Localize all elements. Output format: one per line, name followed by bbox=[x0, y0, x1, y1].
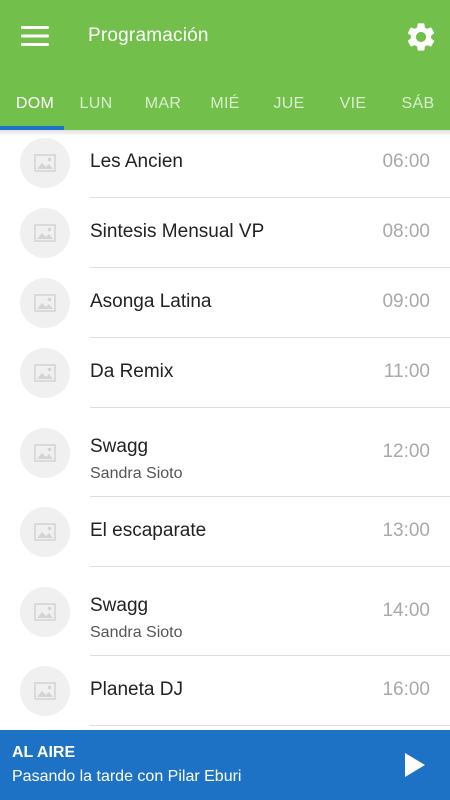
tab-lun[interactable]: LUN bbox=[64, 78, 128, 130]
image-placeholder-icon bbox=[34, 154, 56, 172]
list-item[interactable]: El escaparate 13:00 bbox=[0, 497, 450, 567]
menu-button[interactable] bbox=[14, 17, 56, 55]
page-title: Programación bbox=[88, 25, 209, 46]
program-time: 12:00 bbox=[382, 441, 430, 462]
program-thumbnail bbox=[20, 507, 70, 557]
program-thumbnail bbox=[20, 138, 70, 188]
program-title: Sintesis Mensual VP bbox=[90, 221, 265, 242]
image-placeholder-icon bbox=[34, 224, 56, 242]
program-thumbnail bbox=[20, 348, 70, 398]
program-thumbnail bbox=[20, 587, 70, 637]
divider bbox=[90, 725, 450, 726]
program-time: 11:00 bbox=[383, 361, 430, 382]
now-playing-show: Pasando la tarde con Pilar Eburi bbox=[12, 768, 242, 785]
tab-jue[interactable]: JUE bbox=[257, 78, 321, 130]
list-item[interactable]: Planeta DJ 16:00 bbox=[0, 656, 450, 726]
on-air-label: AL AIRE bbox=[12, 744, 76, 761]
list-item[interactable]: Swagg Sandra Sioto 12:00 bbox=[0, 408, 450, 497]
program-time: 06:00 bbox=[382, 151, 430, 172]
play-icon bbox=[405, 753, 425, 777]
tab-mie[interactable]: MIÉ bbox=[193, 78, 257, 130]
program-title: Planeta DJ bbox=[90, 679, 183, 700]
list-item[interactable]: Da Remix 11:00 bbox=[0, 338, 450, 408]
app-bar: Programación DOM LUN MAR MIÉ JUE VIE SÁB bbox=[0, 0, 450, 130]
program-time: 14:00 bbox=[382, 600, 430, 621]
image-placeholder-icon bbox=[34, 294, 56, 312]
play-button[interactable] bbox=[398, 748, 432, 782]
image-placeholder-icon bbox=[34, 444, 56, 462]
program-time: 16:00 bbox=[382, 679, 430, 700]
program-time: 13:00 bbox=[382, 520, 430, 541]
gear-icon bbox=[407, 23, 435, 51]
list-item[interactable]: Sintesis Mensual VP 08:00 bbox=[0, 198, 450, 268]
tab-vie[interactable]: VIE bbox=[321, 78, 385, 130]
list-item[interactable]: Les Ancien 06:00 bbox=[0, 128, 450, 198]
program-title: El escaparate bbox=[90, 520, 207, 541]
program-title: Da Remix bbox=[90, 361, 174, 382]
schedule-list[interactable]: Les Ancien 06:00 Sintesis Mensual VP 08:… bbox=[0, 128, 450, 730]
tab-sab[interactable]: SÁB bbox=[386, 78, 450, 130]
program-host: Sandra Sioto bbox=[90, 465, 183, 482]
program-title: Swagg bbox=[90, 436, 149, 457]
hamburger-menu-icon bbox=[21, 26, 49, 46]
tab-dom[interactable]: DOM bbox=[3, 78, 67, 130]
settings-button[interactable] bbox=[400, 16, 442, 58]
program-thumbnail bbox=[20, 428, 70, 478]
program-title: Swagg bbox=[90, 595, 149, 616]
program-thumbnail bbox=[20, 278, 70, 328]
list-item[interactable]: Swagg Sandra Sioto 14:00 bbox=[0, 567, 450, 656]
program-title: Les Ancien bbox=[90, 151, 183, 172]
toolbar: Programación bbox=[0, 0, 450, 72]
program-time: 08:00 bbox=[382, 221, 430, 242]
program-host: Sandra Sioto bbox=[90, 624, 183, 641]
program-title: Asonga Latina bbox=[90, 291, 212, 312]
program-thumbnail bbox=[20, 208, 70, 258]
image-placeholder-icon bbox=[34, 523, 56, 541]
image-placeholder-icon bbox=[34, 682, 56, 700]
app-bar-shadow bbox=[0, 130, 450, 136]
image-placeholder-icon bbox=[34, 603, 56, 621]
tab-mar[interactable]: MAR bbox=[131, 78, 195, 130]
program-time: 09:00 bbox=[382, 291, 430, 312]
list-item[interactable]: Asonga Latina 09:00 bbox=[0, 268, 450, 338]
day-tabs: DOM LUN MAR MIÉ JUE VIE SÁB bbox=[0, 78, 450, 130]
program-thumbnail bbox=[20, 666, 70, 716]
now-playing-bar[interactable]: AL AIRE Pasando la tarde con Pilar Eburi bbox=[0, 730, 450, 800]
image-placeholder-icon bbox=[34, 364, 56, 382]
